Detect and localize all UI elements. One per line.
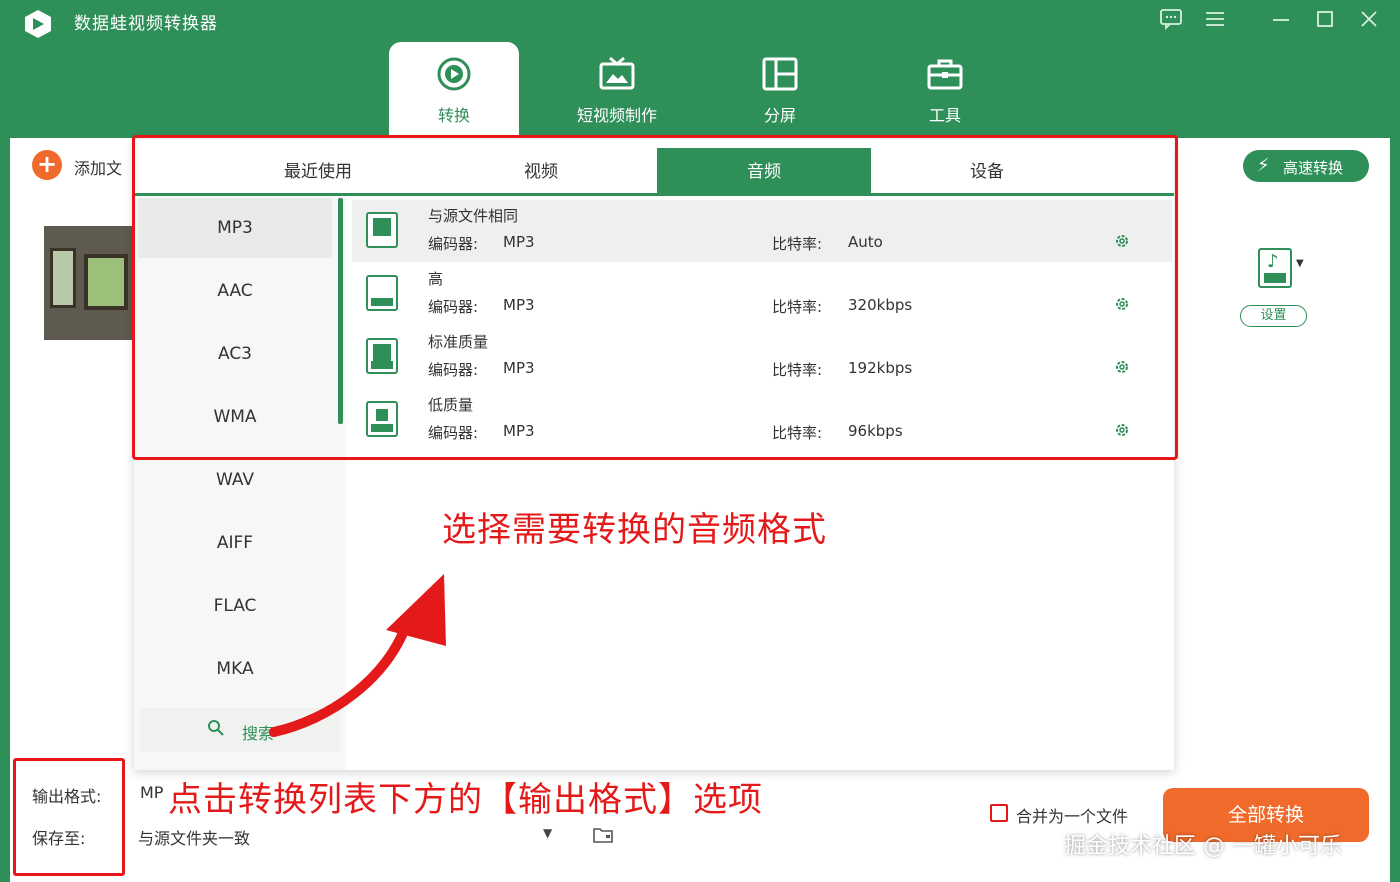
format-item-aiff[interactable]: AIFF [138, 513, 332, 573]
search-icon [208, 720, 224, 736]
maximize-icon[interactable] [1312, 6, 1338, 32]
highlight-box-format-panel [132, 135, 1178, 460]
close-icon[interactable] [1356, 6, 1382, 32]
highlight-box-output-format [13, 758, 125, 876]
menu-icon[interactable] [1202, 6, 1228, 32]
output-format-file-icon[interactable]: ♪ [1258, 248, 1292, 288]
plus-icon: + [32, 150, 62, 180]
tab-tools-label: 工具 [928, 106, 961, 125]
feedback-icon[interactable] [1158, 6, 1184, 32]
save-to-selector[interactable]: 与源文件夹一致 [138, 825, 250, 849]
merge-checkbox[interactable] [990, 804, 1008, 822]
tab-short-video-label: 短视频制作 [576, 106, 657, 125]
minimize-icon[interactable] [1268, 6, 1294, 32]
lightning-icon: ⚡ [1257, 155, 1270, 176]
music-note-icon: ♪ [1267, 251, 1279, 272]
folder-icon[interactable] [592, 826, 614, 844]
app-logo-icon [25, 10, 51, 38]
watermark: 掘金技术社区 @ 一罐小可乐 [1064, 834, 1342, 859]
title-bar: 数据蛙视频转换器 [0, 0, 1400, 140]
save-to-dropdown-caret-icon[interactable]: ▼ [543, 826, 552, 840]
format-tag [1264, 273, 1286, 283]
tv-icon [599, 56, 635, 90]
convert-icon [437, 57, 471, 91]
toolbox-icon [927, 59, 963, 90]
tab-split-screen-label: 分屏 [763, 106, 796, 125]
merge-label: 合并为一个文件 [1016, 807, 1129, 826]
tab-convert[interactable]: 转换 [389, 42, 519, 138]
tab-convert-label: 转换 [437, 106, 470, 125]
high-speed-convert-button[interactable]: ⚡ 高速转换 [1243, 150, 1369, 182]
split-screen-icon [762, 57, 798, 91]
annotation-select-format: 选择需要转换的音频格式 [442, 510, 827, 550]
high-speed-convert-label: 高速转换 [1283, 159, 1344, 177]
annotation-click-output: 点击转换列表下方的【输出格式】选项 [168, 780, 763, 820]
settings-button[interactable]: 设置 [1240, 305, 1307, 327]
video-thumbnail[interactable] [44, 226, 134, 340]
annotation-arrow-icon [269, 574, 446, 737]
add-file-button[interactable]: + 添加文 [32, 150, 132, 180]
output-format-selector[interactable]: MP [140, 783, 163, 802]
format-dropdown-caret-icon[interactable]: ▼ [1296, 258, 1304, 269]
thumbnail-detail [50, 248, 76, 308]
thumbnail-detail [84, 254, 128, 310]
add-file-label: 添加文 [74, 159, 123, 178]
app-title: 数据蛙视频转换器 [74, 14, 218, 34]
tab-short-video[interactable]: 短视频制作 [552, 42, 682, 138]
tab-tools[interactable]: 工具 [880, 42, 1010, 138]
tab-split-screen[interactable]: 分屏 [715, 42, 845, 138]
